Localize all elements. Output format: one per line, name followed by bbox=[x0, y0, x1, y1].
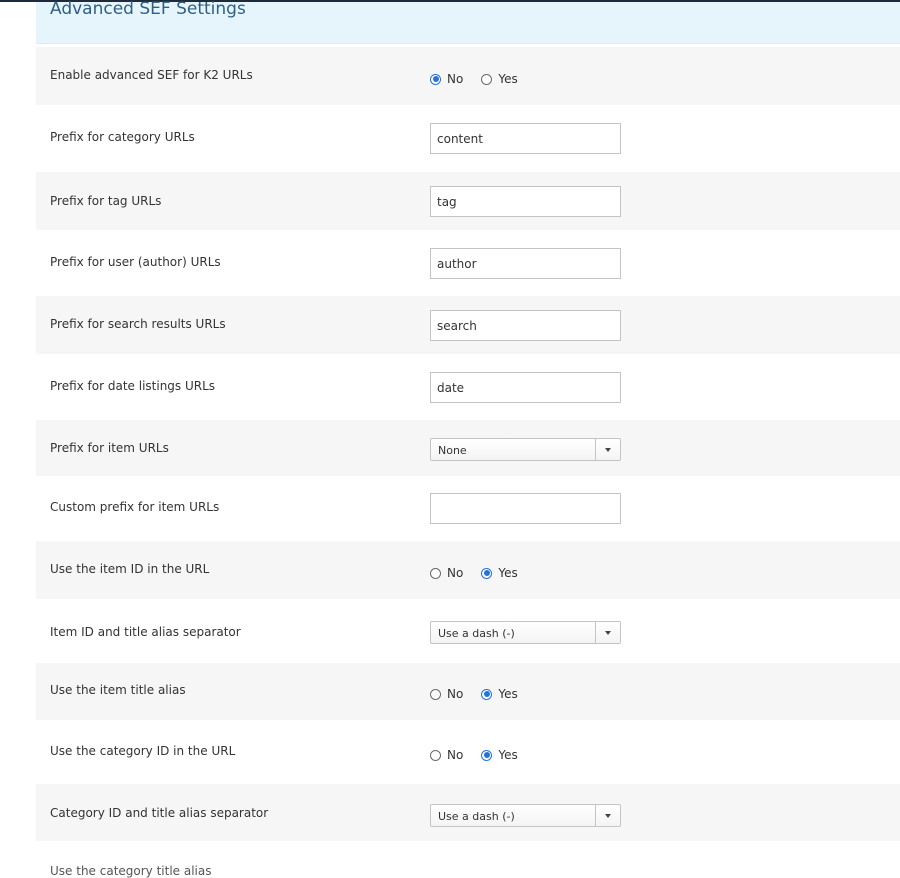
select-toggle[interactable] bbox=[595, 622, 620, 643]
setting-row-category-separator: Category ID and title alias separator Us… bbox=[36, 784, 900, 841]
radio-checked-icon[interactable] bbox=[430, 73, 441, 85]
radio-checked-icon[interactable] bbox=[481, 749, 493, 761]
radio-group-enable-advanced-sef: No Yes bbox=[430, 72, 536, 86]
radio-unchecked-icon[interactable] bbox=[430, 567, 441, 579]
item-prefix-select[interactable]: None bbox=[430, 438, 621, 461]
section-title: Advanced SEF Settings bbox=[50, 0, 246, 19]
radio-label-yes: Yes bbox=[498, 748, 518, 762]
setting-label: Enable advanced SEF for K2 URLs bbox=[50, 68, 253, 82]
search-prefix-input[interactable] bbox=[430, 310, 621, 341]
author-prefix-input[interactable] bbox=[430, 248, 621, 279]
radio-label-yes: Yes bbox=[498, 566, 518, 580]
setting-label: Use the item ID in the URL bbox=[50, 562, 210, 576]
caret-down-icon bbox=[605, 447, 611, 452]
category-prefix-input[interactable] bbox=[430, 123, 621, 154]
category-separator-select[interactable]: Use a dash (-) bbox=[430, 804, 621, 827]
setting-label: Use the category ID in the URL bbox=[50, 744, 236, 758]
setting-label-cutoff: Use the category title alias bbox=[50, 864, 212, 878]
setting-row-tag-prefix: Prefix for tag URLs bbox=[36, 172, 900, 230]
radio-unchecked-icon[interactable] bbox=[481, 73, 493, 85]
setting-row-item-prefix: Prefix for item URLs None bbox=[36, 420, 900, 476]
setting-label: Prefix for user (author) URLs bbox=[50, 255, 221, 269]
setting-label: Category ID and title alias separator bbox=[50, 806, 269, 820]
radio-label-no: No bbox=[447, 566, 464, 580]
setting-label: Item ID and title alias separator bbox=[50, 625, 241, 639]
setting-label: Prefix for category URLs bbox=[50, 130, 195, 144]
setting-row-enable-advanced-sef: Enable advanced SEF for K2 URLs No Yes bbox=[36, 47, 900, 105]
radio-label-no: No bbox=[447, 748, 464, 762]
radio-option-no[interactable]: No bbox=[430, 748, 463, 762]
radio-group-use-category-id: No Yes bbox=[430, 748, 536, 762]
setting-label: Prefix for item URLs bbox=[50, 441, 169, 455]
select-toggle[interactable] bbox=[595, 805, 620, 826]
radio-label-yes: Yes bbox=[498, 687, 518, 701]
date-prefix-input[interactable] bbox=[430, 372, 621, 403]
setting-row-category-prefix: Prefix for category URLs bbox=[36, 108, 900, 168]
setting-label: Custom prefix for item URLs bbox=[50, 500, 220, 514]
radio-unchecked-icon[interactable] bbox=[430, 688, 441, 700]
item-separator-select[interactable]: Use a dash (-) bbox=[430, 621, 621, 644]
setting-row-author-prefix: Prefix for user (author) URLs bbox=[36, 233, 900, 293]
radio-group-use-item-id: No Yes bbox=[430, 566, 536, 580]
select-value: Use a dash (-) bbox=[438, 810, 515, 823]
radio-option-no[interactable]: No bbox=[430, 687, 463, 701]
setting-label: Prefix for date listings URLs bbox=[50, 379, 216, 393]
radio-option-yes[interactable]: Yes bbox=[481, 566, 518, 580]
section-header: Advanced SEF Settings bbox=[36, 0, 900, 44]
radio-label-no: No bbox=[447, 72, 464, 86]
setting-row-custom-item-prefix: Custom prefix for item URLs bbox=[36, 478, 900, 538]
custom-item-prefix-input[interactable] bbox=[430, 493, 621, 524]
setting-row-use-category-id: Use the category ID in the URL No Yes bbox=[36, 723, 900, 781]
radio-label-no: No bbox=[447, 687, 464, 701]
caret-down-icon bbox=[605, 630, 611, 635]
select-value: Use a dash (-) bbox=[438, 627, 515, 640]
radio-option-no[interactable]: No bbox=[430, 566, 463, 580]
select-toggle[interactable] bbox=[595, 439, 620, 460]
radio-option-yes[interactable]: Yes bbox=[481, 748, 518, 762]
radio-group-use-item-alias: No Yes bbox=[430, 687, 536, 701]
setting-row-date-prefix: Prefix for date listings URLs bbox=[36, 357, 900, 417]
radio-option-no[interactable]: No bbox=[430, 72, 463, 86]
tag-prefix-input[interactable] bbox=[430, 186, 621, 217]
setting-label: Use the item title alias bbox=[50, 683, 186, 697]
radio-option-yes[interactable]: Yes bbox=[481, 687, 518, 701]
radio-option-yes[interactable]: Yes bbox=[481, 72, 518, 86]
radio-label-yes: Yes bbox=[498, 72, 518, 86]
setting-label: Prefix for tag URLs bbox=[50, 194, 162, 208]
setting-row-search-prefix: Prefix for search results URLs bbox=[36, 296, 900, 354]
caret-down-icon bbox=[605, 813, 611, 818]
radio-checked-icon[interactable] bbox=[481, 567, 493, 579]
setting-row-item-separator: Item ID and title alias separator Use a … bbox=[36, 602, 900, 660]
radio-unchecked-icon[interactable] bbox=[430, 749, 441, 761]
radio-checked-icon[interactable] bbox=[481, 688, 493, 700]
setting-row-use-item-alias: Use the item title alias No Yes bbox=[36, 663, 900, 720]
select-value: None bbox=[438, 444, 467, 457]
setting-label: Prefix for search results URLs bbox=[50, 317, 226, 331]
setting-row-use-item-id: Use the item ID in the URL No Yes bbox=[36, 541, 900, 599]
